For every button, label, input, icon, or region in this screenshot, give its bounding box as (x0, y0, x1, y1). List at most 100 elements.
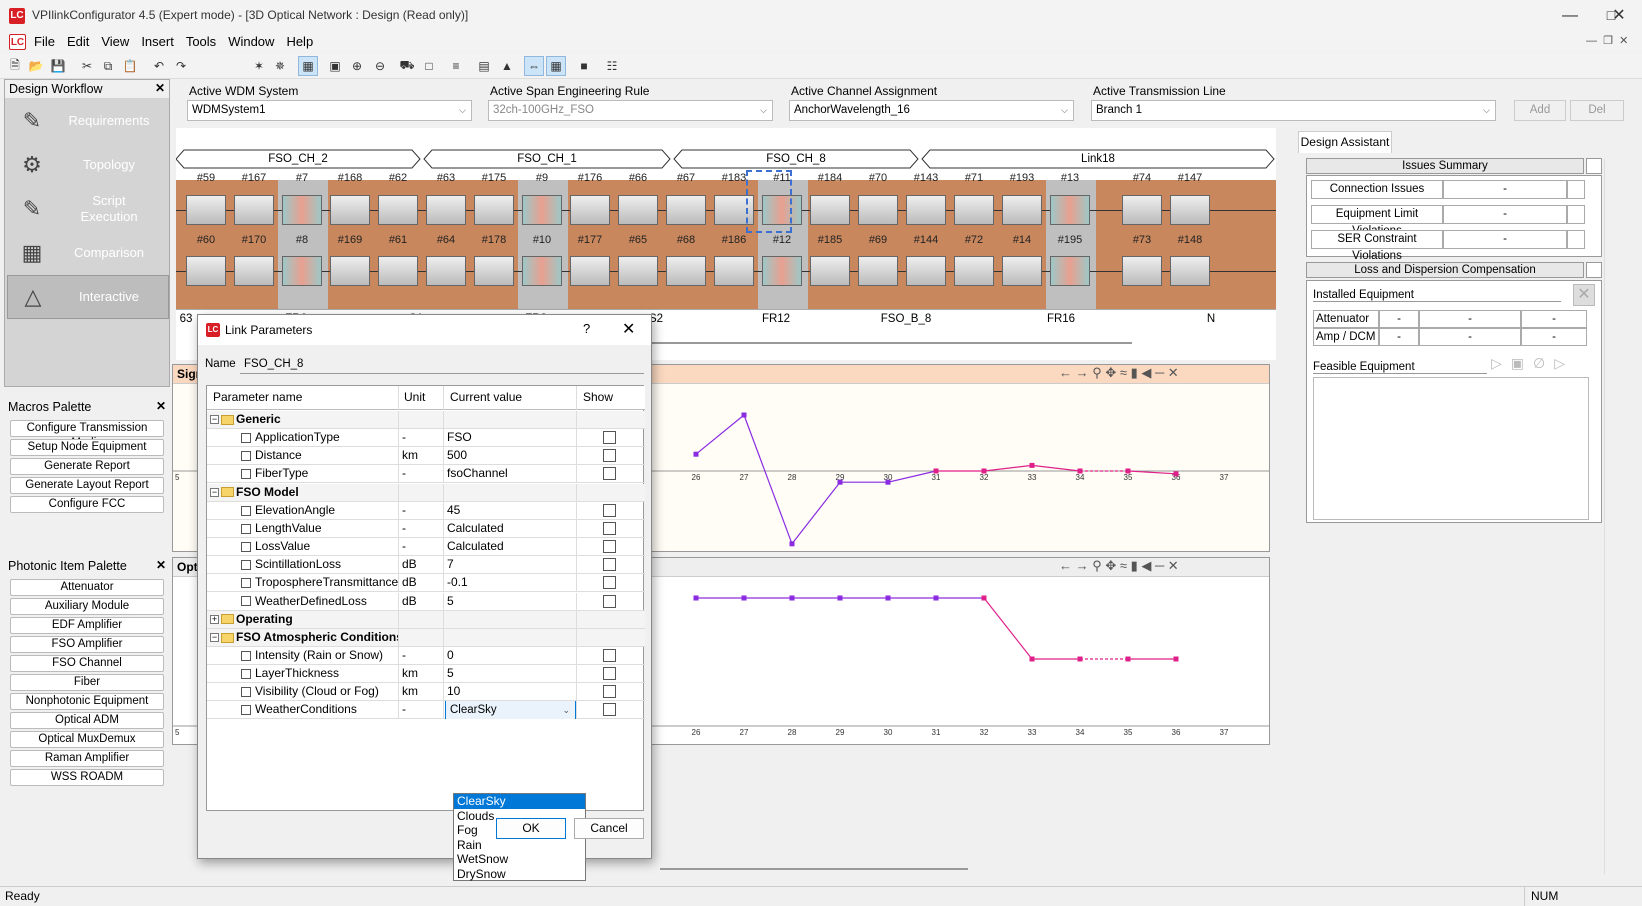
grid-icon[interactable]: ▤ (474, 56, 494, 76)
data-point[interactable] (789, 541, 795, 547)
palette-item[interactable]: WSS ROADM (10, 769, 164, 786)
value-cell[interactable]: 7 (444, 556, 577, 575)
split-icon[interactable]: ▦ (546, 56, 566, 76)
feasible-list[interactable] (1313, 377, 1589, 520)
data-point[interactable] (981, 595, 987, 601)
remove-icon[interactable]: ✕ (1573, 284, 1595, 306)
show-checkbox[interactable] (603, 431, 616, 445)
data-point[interactable] (1029, 462, 1035, 468)
show-checkbox[interactable] (603, 667, 616, 681)
collapse-icon[interactable]: − (210, 415, 219, 425)
list-icon[interactable]: ≡ (446, 56, 466, 76)
palette-item[interactable]: Optical MuxDemux (10, 731, 164, 748)
equipment-node[interactable] (762, 256, 802, 286)
close-icon[interactable]: ✕ (156, 558, 166, 572)
equipment-node[interactable] (474, 256, 514, 286)
assistant-scrollbar[interactable] (1604, 159, 1618, 874)
show-checkbox[interactable] (603, 521, 616, 535)
zoom-out-icon[interactable]: ⊖ (370, 56, 390, 76)
equipment-node[interactable] (666, 195, 706, 225)
link-label[interactable]: FSO_CH_8 (674, 149, 918, 169)
equipment-node[interactable] (1002, 256, 1042, 286)
data-point[interactable] (1173, 656, 1179, 662)
equipment-node[interactable] (282, 256, 322, 286)
link-tool-icon[interactable]: ⇔ (524, 56, 544, 76)
value-cell[interactable]: 0 (444, 646, 577, 665)
param-row[interactable]: ApplicationType - FSO (207, 429, 645, 448)
workflow-item[interactable]: ✎ Requirements (7, 99, 169, 143)
close-dialog-button[interactable]: ✕ (622, 319, 635, 339)
equipment-node[interactable] (186, 256, 226, 286)
palette-item[interactable]: FSO Amplifier (10, 636, 164, 653)
data-point[interactable] (837, 595, 843, 601)
weather-select[interactable]: ClearSky ⌄ (445, 701, 576, 720)
new-icon[interactable]: 🗎 (5, 56, 25, 76)
value-cell[interactable]: -0.1 (444, 574, 577, 593)
wdm-select[interactable]: WDMSystem1 ⌵ (187, 100, 472, 121)
help-icon[interactable]: ☷ (602, 56, 622, 76)
palette-item[interactable]: Auxiliary Module (10, 598, 164, 615)
data-point[interactable] (1125, 468, 1131, 474)
palette-item[interactable]: Nonphotonic Equipment (10, 693, 164, 710)
equipment-node[interactable] (858, 256, 898, 286)
value-cell[interactable]: 500 (444, 447, 577, 466)
close-icon[interactable]: ✕ (156, 399, 166, 413)
col-header[interactable]: Parameter name (207, 386, 399, 410)
value-cell[interactable]: FSO (444, 429, 577, 448)
col-header[interactable]: Unit (399, 386, 444, 410)
equipment-node[interactable] (954, 195, 994, 225)
group-row[interactable]: − FSO Model (207, 483, 645, 502)
param-row[interactable]: Distance km 500 (207, 447, 645, 466)
show-checkbox[interactable] (603, 594, 616, 608)
show-checkbox[interactable] (603, 449, 616, 463)
tab-design-assistant[interactable]: Design Assistant (1298, 131, 1392, 153)
dropdown-option[interactable]: Rain (454, 838, 585, 853)
equipment-node[interactable] (378, 195, 418, 225)
data-point[interactable] (1077, 656, 1083, 662)
dropdown-option[interactable]: ClearSky (454, 794, 585, 809)
menu-item[interactable]: Edit (61, 31, 95, 52)
ok-button[interactable]: OK (496, 818, 566, 839)
equipment-node[interactable] (714, 256, 754, 286)
equipment-node[interactable] (906, 195, 946, 225)
menu-item[interactable]: Tools (180, 31, 222, 52)
param-row[interactable]: LengthValue - Calculated (207, 519, 645, 538)
equipment-node[interactable] (1122, 195, 1162, 225)
equipment-node[interactable] (1050, 256, 1090, 286)
close-icon[interactable]: ✕ (155, 81, 165, 95)
chart-toolbar[interactable]: ← → ⚲ ✥ ≈ ▮ ◀ ─ ✕ (1059, 558, 1179, 574)
paste-icon[interactable]: 📋 (120, 56, 140, 76)
equipment-node[interactable] (426, 195, 466, 225)
save-icon[interactable]: 💾 (48, 56, 68, 76)
pin-icon[interactable]: ✵ (270, 56, 290, 76)
data-point[interactable] (1173, 471, 1179, 477)
equipment-node[interactable] (666, 256, 706, 286)
chart-scrollbar[interactable] (660, 868, 968, 870)
workflow-item[interactable]: ✎ Script Execution (7, 187, 169, 231)
value-cell[interactable]: 5 (444, 665, 577, 684)
macro-button[interactable]: Configure FCC (10, 496, 164, 513)
data-point[interactable] (837, 479, 843, 485)
minimize-button[interactable]: — (1547, 0, 1593, 31)
value-cell[interactable]: 5 (444, 592, 577, 611)
cancel-button[interactable]: Cancel (574, 818, 644, 839)
param-row[interactable]: ElevationAngle -45 (207, 501, 645, 520)
group-row[interactable]: − Generic (207, 411, 645, 429)
param-row[interactable]: WeatherDefinedLoss dB 5 (207, 592, 645, 611)
equipment-node[interactable] (570, 256, 610, 286)
line-select[interactable]: Branch 1 ⌵ (1091, 100, 1496, 121)
data-point[interactable] (693, 451, 699, 457)
node-icon[interactable]: ✶ (249, 56, 269, 76)
equipment-node[interactable] (1170, 256, 1210, 286)
macro-button[interactable]: Configure Transmission Media (10, 420, 164, 449)
collapse-button[interactable] (1586, 262, 1602, 278)
data-point[interactable] (789, 595, 795, 601)
data-point[interactable] (741, 412, 747, 418)
select-icon[interactable]: ▦ (298, 56, 318, 76)
menu-item[interactable]: View (95, 31, 135, 52)
menu-item[interactable]: Help (280, 31, 319, 52)
equipment-node[interactable] (426, 256, 466, 286)
copy-icon[interactable]: ⧉ (98, 56, 118, 76)
menu-item[interactable]: Window (222, 31, 280, 52)
issue-toggle[interactable] (1567, 180, 1585, 199)
